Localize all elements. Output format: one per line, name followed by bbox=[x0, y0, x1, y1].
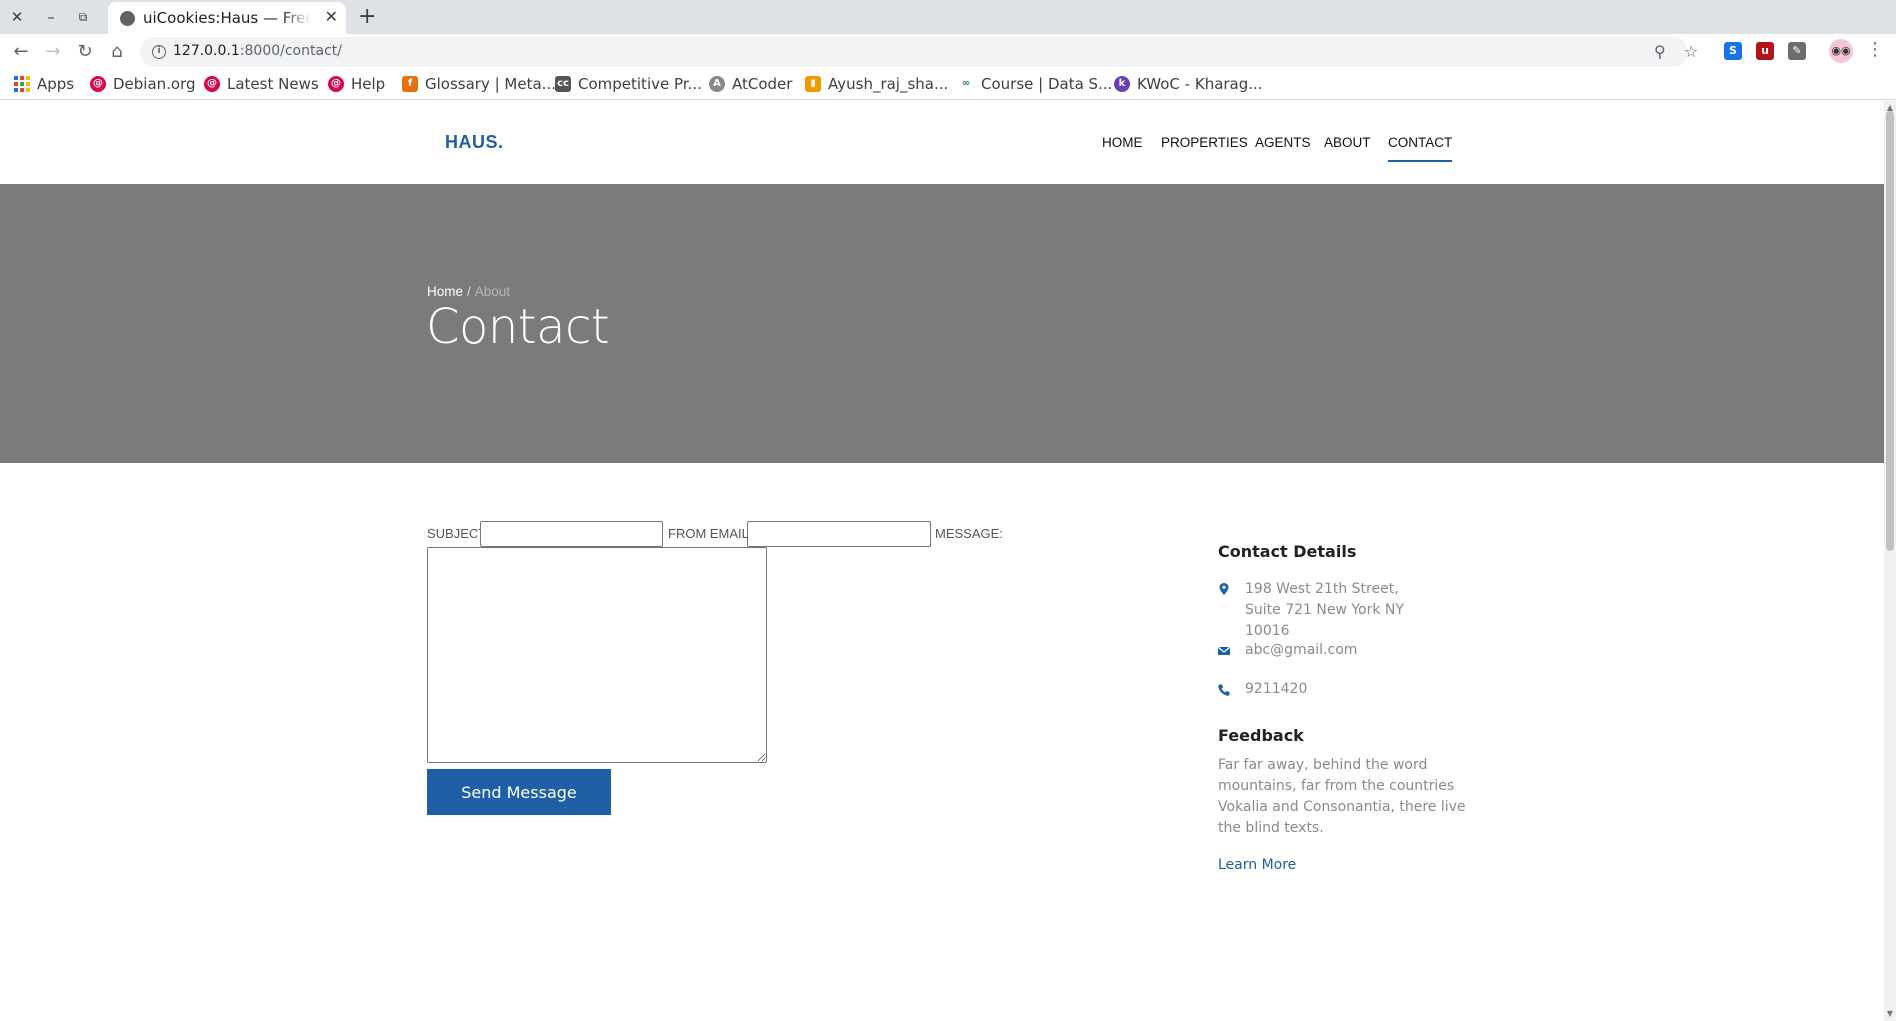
subject-input[interactable] bbox=[480, 521, 663, 547]
email-text: abc@gmail.com bbox=[1245, 642, 1358, 658]
home-icon[interactable]: ⌂ bbox=[104, 39, 130, 65]
zoom-icon[interactable]: ⚲ bbox=[1654, 42, 1666, 61]
nav-home[interactable]: HOME bbox=[1102, 135, 1143, 150]
bookmark-atcoder[interactable]: A AtCoder bbox=[709, 75, 792, 93]
learn-more-link[interactable]: Learn More bbox=[1218, 857, 1296, 873]
scroll-down-arrow-icon[interactable]: ▼ bbox=[1886, 1009, 1894, 1018]
bookmark-help[interactable]: @ Help bbox=[328, 75, 385, 93]
page-scrollbar[interactable]: ▲ ▼ bbox=[1884, 101, 1896, 1021]
info-icon[interactable]: i bbox=[152, 45, 166, 59]
breadcrumb: Home / About bbox=[427, 284, 510, 299]
breadcrumb-separator: / bbox=[467, 284, 471, 299]
bookmark-ayush[interactable]: ▮ Ayush_raj_sha... bbox=[805, 75, 948, 93]
bookmark-course[interactable]: ∞ Course | Data S... bbox=[958, 75, 1112, 93]
browser-tab-active[interactable]: uiCookies:Haus — Free Bootstrap Theme ✕ bbox=[108, 2, 346, 34]
bookmark-debian[interactable]: @ Debian.org bbox=[90, 75, 196, 93]
site-header: HAUS. HOME PROPERTIES AGENTS ABOUT CONTA… bbox=[0, 101, 1884, 184]
site-logo[interactable]: HAUS. bbox=[445, 132, 504, 153]
new-tab-button[interactable]: + bbox=[358, 4, 376, 29]
more-menu-icon[interactable]: ⋮ bbox=[1866, 39, 1884, 60]
bookmark-star-icon[interactable]: ☆ bbox=[1684, 42, 1698, 61]
address-text: 198 West 21th Street, Suite 721 New York… bbox=[1245, 581, 1404, 639]
minimize-window-icon[interactable]: – bbox=[40, 6, 62, 28]
course-icon: ∞ bbox=[958, 76, 974, 92]
browser-tabstrip: ✕ – ⧉ uiCookies:Haus — Free Bootstrap Th… bbox=[0, 0, 1896, 34]
url-text: 127.0.0.1:8000/contact/ bbox=[173, 43, 342, 59]
nav-contact[interactable]: CONTACT bbox=[1388, 135, 1453, 162]
bookmark-glossary[interactable]: f Glossary | Meta... bbox=[402, 75, 556, 93]
skype-extension-icon[interactable]: S bbox=[1724, 42, 1742, 60]
page-title: Contact bbox=[426, 299, 610, 355]
debian-swirl-icon: @ bbox=[204, 76, 220, 92]
bar-chart-icon: ▮ bbox=[805, 76, 821, 92]
cc-icon: cc bbox=[555, 76, 571, 92]
bookmark-kwoc[interactable]: k KWoC - Kharag... bbox=[1114, 75, 1263, 93]
nav-about[interactable]: ABOUT bbox=[1324, 135, 1371, 150]
bookmarks-bar: Apps @ Debian.org @ Latest News @ Help f… bbox=[0, 70, 1896, 100]
message-textarea[interactable] bbox=[427, 547, 767, 763]
address-bar[interactable]: i 127.0.0.1:8000/contact/ ⚲ ☆ bbox=[140, 37, 1698, 67]
ublock-extension-icon[interactable]: u bbox=[1756, 42, 1774, 60]
send-message-button[interactable]: Send Message bbox=[427, 769, 611, 815]
phone-text: 9211420 bbox=[1245, 681, 1308, 697]
browser-toolbar: ← → ↻ ⌂ i 127.0.0.1:8000/contact/ ⚲ ☆ S … bbox=[0, 34, 1896, 70]
scrollbar-thumb[interactable] bbox=[1886, 111, 1894, 551]
breadcrumb-current: About bbox=[474, 284, 511, 299]
phone-icon bbox=[1218, 684, 1230, 696]
reload-icon[interactable]: ↻ bbox=[72, 39, 98, 65]
nav-agents[interactable]: AGENTS bbox=[1255, 135, 1311, 150]
globe-icon bbox=[120, 11, 135, 26]
close-window-icon[interactable]: ✕ bbox=[6, 6, 28, 28]
breadcrumb-home[interactable]: Home bbox=[427, 284, 463, 299]
nav-properties[interactable]: PROPERTIES bbox=[1161, 135, 1248, 150]
message-label: MESSAGE: bbox=[935, 526, 1003, 541]
close-tab-icon[interactable]: ✕ bbox=[325, 7, 338, 26]
page-viewport: HAUS. HOME PROPERTIES AGENTS ABOUT CONTA… bbox=[0, 101, 1884, 1021]
extension-icon[interactable]: ✎ bbox=[1788, 42, 1806, 60]
envelope-icon bbox=[1217, 646, 1231, 655]
tab-title: uiCookies:Haus — Free Bootstrap Theme bbox=[143, 9, 311, 27]
debian-swirl-icon: @ bbox=[328, 76, 344, 92]
bookmark-competitive[interactable]: cc Competitive Pr... bbox=[555, 75, 702, 93]
map-pin-icon bbox=[1219, 583, 1229, 595]
kwoc-icon: k bbox=[1114, 76, 1130, 92]
bookmark-apps[interactable]: Apps bbox=[14, 75, 74, 93]
feedback-heading: Feedback bbox=[1218, 726, 1304, 745]
contact-details-heading: Contact Details bbox=[1218, 542, 1357, 561]
hero-banner: Home / About Contact bbox=[0, 184, 1884, 463]
feedback-text: Far far away, behind the word mountains,… bbox=[1218, 757, 1466, 836]
bookmark-latest-news[interactable]: @ Latest News bbox=[204, 75, 319, 93]
from-email-label: FROM EMAIL: bbox=[668, 526, 753, 541]
debian-swirl-icon: @ bbox=[90, 76, 106, 92]
restore-window-icon[interactable]: ⧉ bbox=[72, 6, 94, 28]
profile-avatar[interactable]: ◉◉ bbox=[1829, 39, 1853, 63]
forward-arrow-icon[interactable]: → bbox=[40, 39, 66, 65]
from-email-input[interactable] bbox=[747, 521, 931, 547]
back-arrow-icon[interactable]: ← bbox=[8, 39, 34, 65]
atcoder-icon: A bbox=[709, 76, 725, 92]
glossary-icon: f bbox=[402, 76, 418, 92]
apps-grid-icon bbox=[14, 76, 30, 92]
